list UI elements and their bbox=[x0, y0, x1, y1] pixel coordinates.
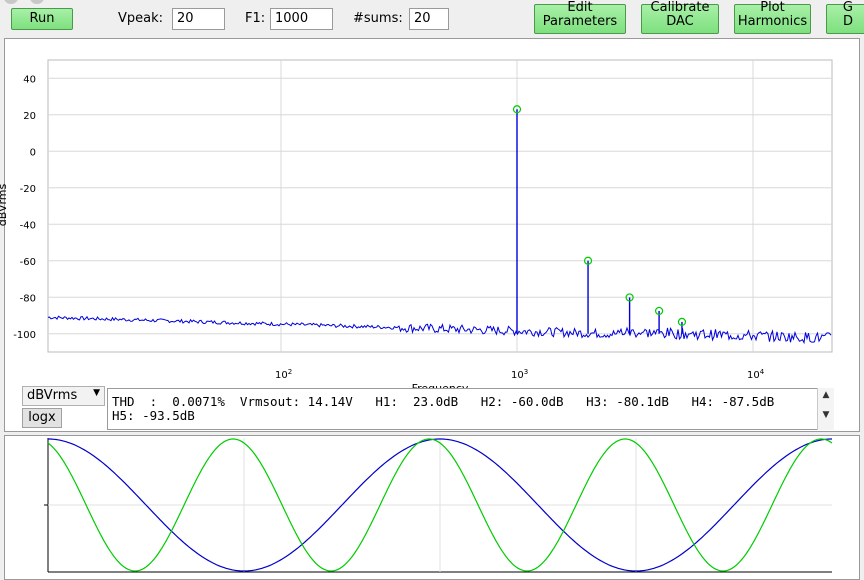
waveform-plot[interactable] bbox=[0, 0, 864, 580]
